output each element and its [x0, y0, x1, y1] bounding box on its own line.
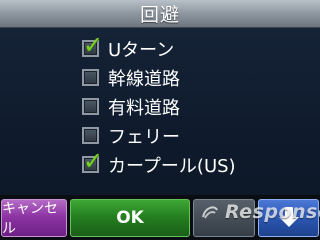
toll-roads-checkbox[interactable]	[82, 98, 99, 115]
down-arrow-icon	[277, 206, 301, 230]
avoidance-settings-screen: 回避 ✓ Uターン 幹線道路 有料道路 フェリー ✓ カープール(US) キャン…	[0, 0, 320, 240]
option-u-turn[interactable]: ✓ Uターン	[82, 33, 312, 63]
option-label: フェリー	[108, 126, 180, 148]
cancel-button[interactable]: キャンセル	[1, 199, 67, 237]
option-label: Uターン	[108, 39, 175, 61]
title-bar: 回避	[0, 0, 320, 28]
avoidance-options-list: ✓ Uターン 幹線道路 有料道路 フェリー ✓ カープール(US)	[82, 33, 312, 179]
blank-button[interactable]	[193, 199, 255, 237]
option-label: カープール(US)	[108, 155, 236, 177]
option-label: 有料道路	[108, 97, 180, 119]
option-toll-roads[interactable]: 有料道路	[82, 92, 312, 121]
bottom-toolbar: キャンセル OK	[0, 195, 320, 240]
check-icon: ✓	[83, 147, 104, 175]
option-label: 幹線道路	[108, 68, 180, 90]
ferries-checkbox[interactable]	[82, 127, 99, 144]
option-carpool[interactable]: ✓ カープール(US)	[82, 149, 312, 179]
page-title: 回避	[139, 4, 180, 26]
u-turn-checkbox[interactable]: ✓	[82, 33, 103, 57]
ok-button[interactable]: OK	[70, 199, 190, 237]
option-ferries[interactable]: フェリー	[82, 121, 312, 150]
option-highways[interactable]: 幹線道路	[82, 63, 312, 92]
highways-checkbox[interactable]	[82, 69, 99, 86]
check-icon: ✓	[83, 31, 104, 59]
carpool-checkbox[interactable]: ✓	[82, 149, 103, 173]
down-button[interactable]	[258, 199, 319, 237]
